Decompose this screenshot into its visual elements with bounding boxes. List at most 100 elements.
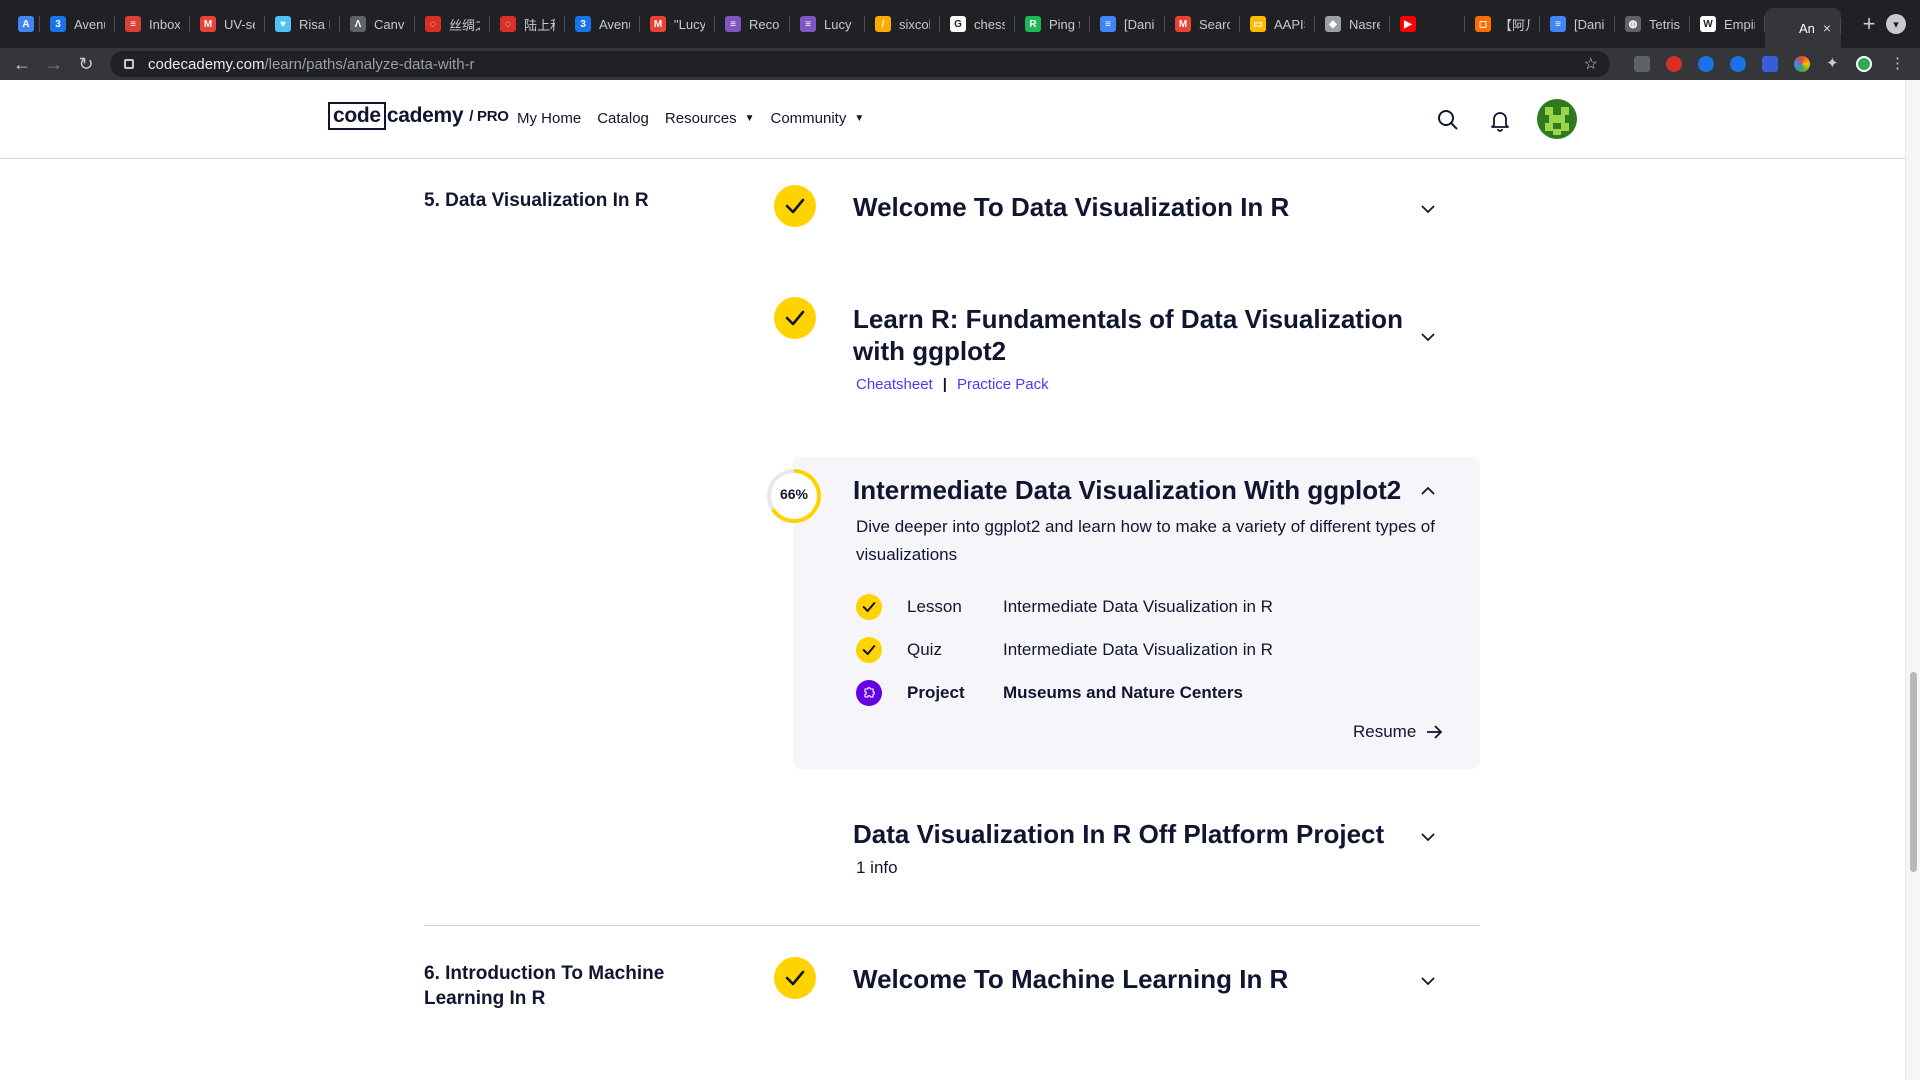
browser-menu-icon[interactable]: ⋮ (1890, 56, 1906, 72)
extension-color-icon[interactable] (1794, 56, 1810, 72)
lock-icon (124, 59, 134, 69)
nav-my-home[interactable]: My Home (517, 110, 581, 127)
browser-tab[interactable]: 3 Avenue (565, 6, 640, 42)
browser-tab-active[interactable]: An × (1765, 8, 1841, 48)
browser-tab[interactable]: ♥ Risa H (265, 6, 340, 42)
nav-resources[interactable]: Resources ▼ (665, 110, 755, 127)
module-title-fundamentals-line2[interactable]: with ggplot2 (853, 335, 1006, 367)
tab-label: sixcoll (899, 16, 930, 32)
tab-label: 丝绸之 (449, 17, 480, 33)
tab-label: Empire (1724, 16, 1755, 32)
tab-favicon-icon: ≡ (800, 16, 816, 32)
forward-icon[interactable]: → (38, 54, 70, 75)
scrollbar-thumb[interactable] (1910, 672, 1917, 872)
cheatsheet-link[interactable]: Cheatsheet (856, 376, 933, 393)
browser-tab[interactable]: R Ping t (1015, 6, 1090, 42)
tab-favicon-icon: M (650, 16, 666, 32)
module-title-fundamentals-line1[interactable]: Learn R: Fundamentals of Data Visualizat… (853, 303, 1403, 335)
browser-tab[interactable]: ▭ AAPIS (1240, 6, 1315, 42)
avatar[interactable] (1537, 99, 1577, 139)
resume-button[interactable]: Resume (1353, 722, 1444, 742)
extensions-puzzle-icon[interactable]: ✦ (1826, 56, 1842, 72)
tab-label: Lucy L (824, 16, 855, 32)
module-title-welcome-data-viz[interactable]: Welcome To Data Visualization In R (853, 191, 1289, 223)
tab-favicon-icon: ≡ (1100, 16, 1116, 32)
collapse-chevron-up-icon[interactable] (1418, 481, 1438, 501)
browser-tab[interactable]: ≡ Recon (715, 6, 790, 42)
practice-pack-link[interactable]: Practice Pack (957, 376, 1049, 393)
tab-label: AAPIS (1274, 16, 1305, 32)
module-item-quiz[interactable]: Quiz Intermediate Data Visualization in … (856, 636, 1273, 664)
module-complete-check-icon (774, 185, 816, 227)
browser-tab[interactable]: ≡ Inbox (115, 6, 190, 42)
section-6-title: 6. Introduction To Machine Learning In R (424, 963, 665, 1009)
browser-tab[interactable]: ◻ 【阿凡 (1465, 6, 1540, 42)
browser-tab[interactable]: Λ Canva (340, 6, 415, 42)
close-tab-icon[interactable]: × (1823, 20, 1831, 36)
tab-label: Tetris (1649, 16, 1680, 32)
tab-favicon-icon: M (200, 16, 216, 32)
browser-tab[interactable]: M UV-se (190, 6, 265, 42)
browser-tab[interactable]: ◍ Tetris (1615, 6, 1690, 42)
top-nav: My Home Catalog Resources ▼ Community ▼ (517, 110, 864, 127)
browser-tab[interactable]: W Empire (1690, 6, 1765, 42)
codecademy-pro-logo[interactable]: code cademy / PRO (328, 102, 509, 130)
browser-tab[interactable]: ◆ Nasrec (1315, 6, 1390, 42)
tab-favicon-icon: ≡ (725, 16, 741, 32)
expand-chevron-down-icon[interactable] (1418, 827, 1438, 847)
nav-catalog[interactable]: Catalog (597, 110, 649, 127)
url-path: /learn/paths/analyze-data-with-r (264, 55, 475, 73)
address-bar[interactable]: codecademy.com/learn/paths/analyze-data-… (110, 51, 1610, 77)
browser-tab[interactable]: M "Lucy (640, 6, 715, 42)
new-tab-button[interactable]: + (1855, 11, 1883, 37)
caret-down-icon: ▼ (854, 113, 865, 124)
bookmark-star-icon[interactable]: ☆ (1584, 54, 1598, 74)
tab-favicon-icon: ≡ (125, 16, 141, 32)
nav-community[interactable]: Community ▼ (771, 110, 865, 127)
browser-tab[interactable]: ▶ (1390, 6, 1465, 42)
tab-search-icon[interactable]: ▾ (1886, 14, 1906, 34)
item-complete-check-icon (856, 637, 882, 663)
browser-tab[interactable]: M Search (1165, 6, 1240, 42)
module-title-intermediate[interactable]: Intermediate Data Visualization With ggp… (853, 474, 1401, 506)
logo-pro: / PRO (469, 107, 509, 125)
page-scrollbar[interactable] (1905, 80, 1920, 1080)
tab-favicon-icon: A (18, 16, 34, 32)
module-item-lesson[interactable]: Lesson Intermediate Data Visualization i… (856, 593, 1273, 621)
module-description: Dive deeper into ggplot2 and learn how t… (856, 517, 1435, 564)
browser-tab[interactable]: 3 Avenue (40, 6, 115, 42)
extension-check-icon[interactable] (1730, 56, 1746, 72)
tab-favicon-icon: ▭ (1250, 16, 1266, 32)
search-icon[interactable] (1436, 108, 1460, 132)
tab-label: [Danie (1124, 16, 1155, 32)
module-title-off-platform[interactable]: Data Visualization In R Off Platform Pro… (853, 818, 1384, 850)
expand-chevron-down-icon[interactable] (1418, 199, 1438, 219)
browser-tab[interactable]: ≡ [Danie (1090, 6, 1165, 42)
nav-catalog-label: Catalog (597, 110, 649, 127)
profile-icon[interactable] (1856, 56, 1872, 72)
browser-tab[interactable]: ≡ [Danie (1540, 6, 1615, 42)
module-title-welcome-ml[interactable]: Welcome To Machine Learning In R (853, 963, 1288, 995)
tab-favicon-icon: ◍ (1625, 16, 1641, 32)
back-icon[interactable]: ← (6, 54, 38, 75)
expand-chevron-down-icon[interactable] (1418, 971, 1438, 991)
extension-red-icon[interactable] (1666, 56, 1682, 72)
module-complete-check-icon (774, 957, 816, 999)
browser-tab[interactable]: ◌ 丝绸之 (415, 6, 490, 42)
browser-tab[interactable]: A (12, 6, 40, 42)
expand-chevron-down-icon[interactable] (1418, 327, 1438, 347)
tab-label: "Lucy (674, 16, 705, 32)
browser-tab[interactable]: ◌ 陆上和 (490, 6, 565, 42)
section-divider (424, 925, 1480, 926)
browser-tab[interactable]: Gchess (940, 6, 1015, 42)
module-item-project[interactable]: Project Museums and Nature Centers (856, 679, 1243, 707)
tab-label: An (1799, 20, 1815, 36)
browser-tab[interactable]: / sixcoll (865, 6, 940, 42)
browser-tab[interactable]: ≡ Lucy L (790, 6, 865, 42)
extension-bookmark-icon[interactable] (1762, 56, 1778, 72)
reload-icon[interactable]: ↻ (70, 54, 102, 75)
extension-screen-icon[interactable] (1634, 56, 1650, 72)
extension-pause-icon[interactable] (1698, 56, 1714, 72)
bell-icon[interactable] (1488, 108, 1512, 132)
browser-toolbar: ← → ↻ codecademy.com/learn/paths/analyze… (0, 48, 1920, 80)
